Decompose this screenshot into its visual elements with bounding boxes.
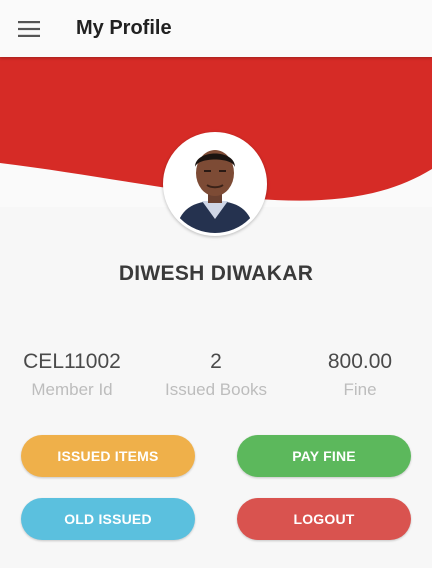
- issued-books-value: 2: [210, 350, 222, 373]
- pay-fine-button[interactable]: PAY FINE: [237, 435, 411, 477]
- hamburger-menu-icon: [18, 20, 40, 37]
- member-id-value: CEL11002: [23, 350, 121, 373]
- user-photo-icon: [166, 135, 264, 233]
- stat-issued-books: 2 Issued Books: [144, 350, 288, 400]
- app-bar: My Profile: [0, 0, 432, 57]
- logout-button[interactable]: LOGOUT: [237, 498, 411, 540]
- member-id-label: Member Id: [31, 380, 113, 399]
- menu-button[interactable]: [0, 0, 58, 57]
- fine-value: 800.00: [327, 350, 393, 373]
- avatar[interactable]: [163, 132, 267, 236]
- stat-fine: 800.00 Fine: [288, 350, 432, 400]
- profile-name: DIWESH DIWAKAR: [118, 262, 314, 285]
- old-issued-button[interactable]: OLD ISSUED: [21, 498, 195, 540]
- issued-books-label: Issued Books: [164, 380, 268, 399]
- fine-label: Fine: [343, 380, 377, 399]
- issued-items-button[interactable]: ISSUED ITEMS: [21, 435, 195, 477]
- stat-member-id: CEL11002 Member Id: [0, 350, 144, 400]
- page-title: My Profile: [76, 17, 172, 39]
